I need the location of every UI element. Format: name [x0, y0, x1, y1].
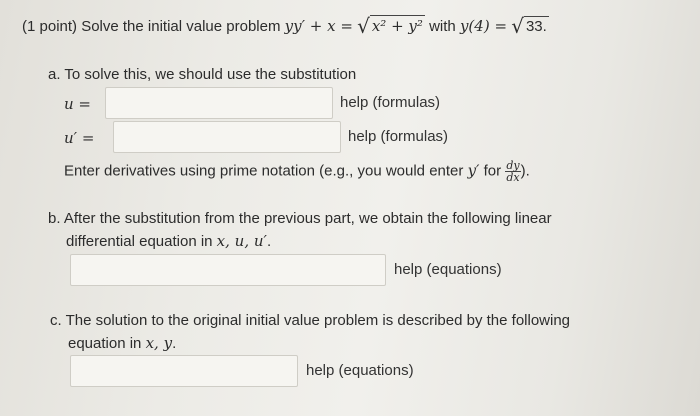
u-input[interactable] — [105, 87, 333, 119]
initial-condition-rhs: 33. — [523, 16, 549, 35]
part-a-label: a. To solve this, we should use the subs… — [48, 66, 357, 83]
help-formulas-u-prime[interactable]: help (formulas) — [348, 128, 448, 145]
part-c-variables: x, y — [145, 334, 173, 352]
with-text: with — [429, 18, 456, 35]
note-suffix: ). — [520, 162, 530, 180]
u-label: u = — [64, 95, 91, 113]
sqrt-content: x² + y² — [369, 15, 425, 35]
problem-equation-lhs: yy′ + x = — [284, 17, 353, 35]
part-b-variables: x, u, u′ — [216, 232, 267, 250]
note-prefix: Enter derivatives using prime notation (… — [64, 162, 464, 180]
sqrt-sign: √ — [511, 14, 524, 38]
problem-statement: (1 point) Solve the initial value proble… — [22, 14, 549, 38]
part-b-line2-suffix: . — [266, 233, 272, 250]
part-c-line2-suffix: . — [172, 335, 177, 352]
help-equations-b[interactable]: help (equations) — [394, 261, 502, 278]
initial-condition-sqrt: √ 33. — [511, 14, 549, 38]
dy-dx-fraction: dy dx — [505, 160, 521, 184]
part-b-line2: differential equation in x, u, u′. — [66, 232, 271, 250]
note-y-prime: y′ — [467, 161, 480, 180]
derivative-note: Enter derivatives using prime notation (… — [64, 160, 530, 183]
part-c-line2-prefix: equation in — [68, 335, 142, 352]
part-c-line1: c. The solution to the original initial … — [50, 312, 571, 329]
part-b-line1: b. After the substitution from the previ… — [48, 210, 552, 227]
u-prime-input[interactable] — [113, 121, 341, 153]
sqrt-expression: √ x² + y² — [357, 14, 425, 38]
help-formulas-u[interactable]: help (formulas) — [340, 94, 440, 111]
part-c-input[interactable] — [70, 355, 298, 387]
sqrt-sign: √ — [357, 14, 370, 38]
problem-prefix: (1 point) Solve the initial value proble… — [22, 18, 281, 35]
part-b-line2-prefix: differential equation in — [66, 233, 213, 250]
fraction-denominator: dx — [506, 171, 520, 184]
part-c-line2: equation in x, y. — [68, 334, 176, 352]
initial-condition-lhs: y(4) = — [459, 17, 508, 35]
note-for: for — [483, 162, 502, 180]
u-prime-label: u′ = — [64, 129, 95, 147]
help-equations-c[interactable]: help (equations) — [306, 362, 414, 379]
part-b-input[interactable] — [70, 254, 386, 286]
